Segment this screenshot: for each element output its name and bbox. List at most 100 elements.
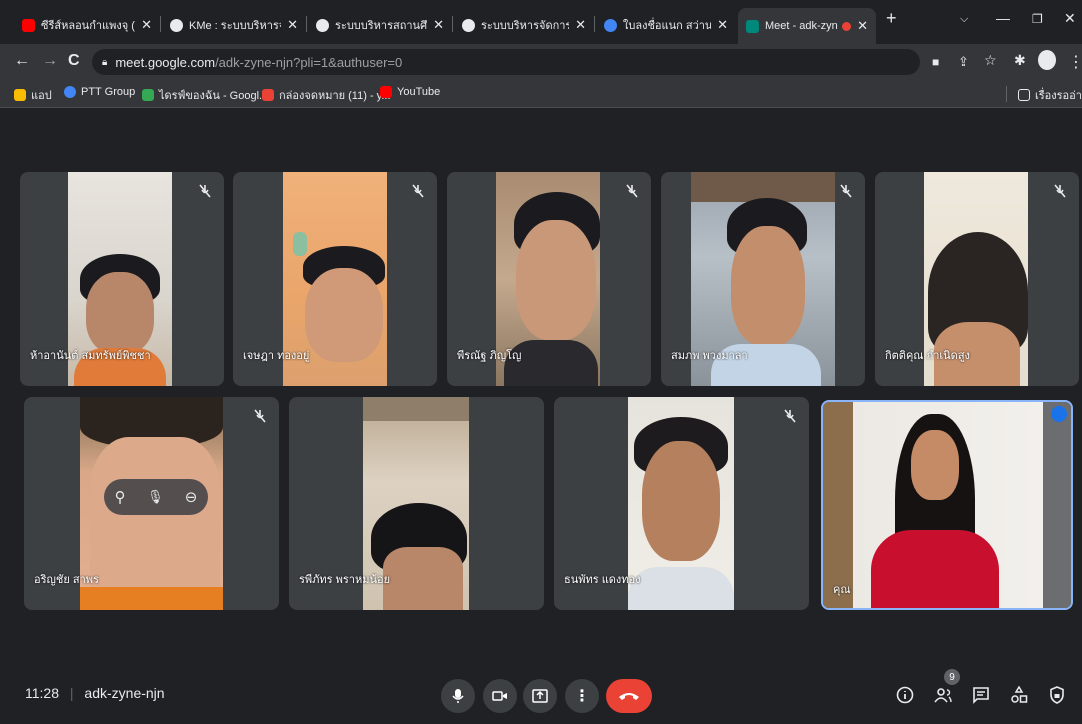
mic-off-icon: [840, 184, 852, 198]
camera-button[interactable]: [483, 679, 517, 713]
mic-off-icon: [412, 184, 424, 198]
present-screen-button[interactable]: [523, 679, 557, 713]
bookmark-ptt[interactable]: PTT Group: [64, 86, 135, 98]
globe-icon: [316, 18, 329, 32]
mic-off-icon[interactable]: 🎙︎: [147, 489, 164, 505]
speaking-indicator-icon: [1051, 406, 1067, 422]
youtube-icon: [22, 18, 35, 32]
participant-tile[interactable]: ห้าอานันต์ สมทรัพย์พิชชา: [20, 172, 224, 386]
bookmark-gmail[interactable]: กล่องจดหมาย (11) - y...: [262, 86, 391, 104]
participant-name: สมภพ พวงมาลา: [671, 350, 748, 362]
participant-name: ธนพัทร แดงทอง: [564, 574, 641, 586]
url-path: /adk-zyne-njn?pli=1&authuser=0: [215, 54, 403, 70]
bookmark-apps[interactable]: แอป: [14, 86, 52, 104]
browser-tab[interactable]: KMe : ระบบบริหารจัดการ ✕: [162, 10, 306, 40]
minimize-icon[interactable]: —: [996, 10, 1010, 26]
self-view-tile[interactable]: คุณ: [821, 400, 1073, 610]
participant-tile[interactable]: พีรณัฐ ภิญโญ: [447, 172, 651, 386]
bookmark-label: แอป: [31, 90, 52, 102]
info-icon: [896, 686, 914, 704]
tab-title: Meet - adk-zyne-: [765, 20, 838, 32]
close-tab-icon[interactable]: ✕: [141, 17, 152, 33]
reading-list[interactable]: เรื่องรออ่าน: [1018, 86, 1082, 104]
back-icon[interactable]: ←: [14, 52, 30, 70]
drive-icon: [142, 89, 154, 101]
bookmark-label: PTT Group: [81, 86, 136, 98]
browser-tab[interactable]: ระบบบริหารจัดการงานวัด ✕: [454, 10, 594, 40]
participant-tile[interactable]: กิตติคุณ กำเนิดสูง: [875, 172, 1079, 386]
new-tab-icon[interactable]: +: [886, 8, 897, 29]
bookmark-star-icon[interactable]: ☆: [984, 52, 997, 69]
share-icon[interactable]: ⇪: [958, 54, 969, 70]
close-tab-icon[interactable]: ✕: [717, 17, 728, 33]
bookmark-label: กล่องจดหมาย (11) - y...: [279, 90, 391, 102]
close-tab-icon[interactable]: ✕: [433, 17, 444, 33]
browser-tab[interactable]: ใบลงชื่อแนก สว่าน - Goo ✕: [596, 10, 736, 40]
address-bar[interactable]: 🔒︎ meet.google.com/adk-zyne-njn?pli=1&au…: [92, 49, 920, 75]
leave-call-button[interactable]: [606, 679, 652, 713]
participant-tile[interactable]: ⚲ 🎙︎ ⊖ อริญชัย สาพร: [24, 397, 279, 610]
shield-lock-icon: [1050, 686, 1064, 704]
reload-icon[interactable]: C: [68, 52, 80, 70]
forward-icon[interactable]: →: [42, 52, 58, 70]
extensions-icon[interactable]: ✱: [1014, 52, 1026, 69]
participant-count-badge: 9: [944, 669, 960, 685]
profile-avatar[interactable]: [1038, 50, 1056, 70]
participant-name: ห้าอานันต์ สมทรัพย์พิชชา: [30, 350, 151, 362]
close-tab-icon[interactable]: ✕: [575, 17, 586, 33]
url-host: meet.google.com: [115, 54, 216, 70]
apps-grid-icon: [14, 89, 26, 101]
tab-strip: ซีรีส์หลอนกำแพงจุ (ต้องแ ✕ KMe : ระบบบริ…: [0, 0, 1082, 44]
host-controls-button[interactable]: [1046, 684, 1068, 706]
mic-off-icon: [1054, 184, 1066, 198]
tab-title: ระบบบริหารจัดการงานวัด: [481, 20, 570, 32]
remove-participant-icon[interactable]: ⊖: [185, 488, 198, 506]
activities-icon: [1011, 686, 1028, 703]
reading-list-icon: [1018, 89, 1030, 101]
close-window-icon[interactable]: ✕: [1064, 10, 1076, 27]
participant-name: รพีภัทร พราหมน้อย: [299, 574, 391, 586]
bookmarks-bar: แอป PTT Group ไดรฟ์ของฉัน - Googl... กล่…: [0, 80, 1082, 108]
meeting-details-button[interactable]: [894, 684, 916, 706]
activities-button[interactable]: [1008, 684, 1030, 706]
microphone-button[interactable]: [441, 679, 475, 713]
tab-search-icon[interactable]: ⌵: [960, 13, 968, 26]
globe-icon: [462, 18, 475, 32]
close-tab-icon[interactable]: ✕: [287, 17, 298, 33]
tab-title: KMe : ระบบบริหารจัดการ: [189, 20, 281, 32]
videocam-icon: [492, 691, 507, 701]
participant-tile[interactable]: สมภพ พวงมาลา: [661, 172, 865, 386]
browser-tab-active[interactable]: Meet - adk-zyne- ✕: [738, 8, 876, 44]
meeting-time: 11:28: [25, 685, 59, 701]
gmail-icon: [262, 89, 274, 101]
present-to-all-icon: [532, 689, 548, 703]
globe-icon: [170, 18, 183, 32]
participant-tile[interactable]: เจษฎา ทองอยู่: [233, 172, 437, 386]
youtube-icon: [380, 86, 392, 98]
meeting-code: adk-zyne-njn: [84, 685, 165, 701]
bookmark-youtube[interactable]: YouTube: [380, 86, 440, 98]
mic-off-icon: [199, 184, 211, 198]
browser-tab[interactable]: ซีรีส์หลอนกำแพงจุ (ต้องแ ✕: [14, 10, 160, 40]
pin-icon[interactable]: ⚲: [115, 488, 126, 506]
participant-name: คุณ: [833, 584, 851, 596]
participant-hover-controls: ⚲ 🎙︎ ⊖: [104, 479, 208, 515]
participant-video: [823, 402, 1071, 608]
mic-off-icon: [784, 409, 796, 423]
meeting-info: 11:28 | adk-zyne-njn: [25, 685, 165, 701]
restore-icon[interactable]: ❐: [1032, 12, 1043, 26]
participant-tile[interactable]: ธนพัทร แดงทอง: [554, 397, 809, 610]
participant-name: อริญชัย สาพร: [34, 574, 99, 586]
mic-off-icon: [626, 184, 638, 198]
participant-tile[interactable]: รพีภัทร พราหมน้อย: [289, 397, 544, 610]
bookmark-drive[interactable]: ไดรฟ์ของฉัน - Googl...: [142, 86, 268, 104]
tab-title: ซีรีส์หลอนกำแพงจุ (ต้องแ: [41, 20, 135, 32]
people-button[interactable]: [932, 684, 954, 706]
more-options-button[interactable]: ⋮: [565, 679, 599, 713]
chat-button[interactable]: [970, 684, 992, 706]
more-menu-icon[interactable]: ⋮: [1068, 52, 1082, 72]
camera-in-use-icon[interactable]: ■: [932, 55, 939, 69]
browser-tab[interactable]: ระบบบริหารสถานศึกษา ✕: [308, 10, 452, 40]
close-tab-icon[interactable]: ✕: [857, 18, 868, 34]
bookmark-label: ไดรฟ์ของฉัน - Googl...: [159, 90, 269, 102]
